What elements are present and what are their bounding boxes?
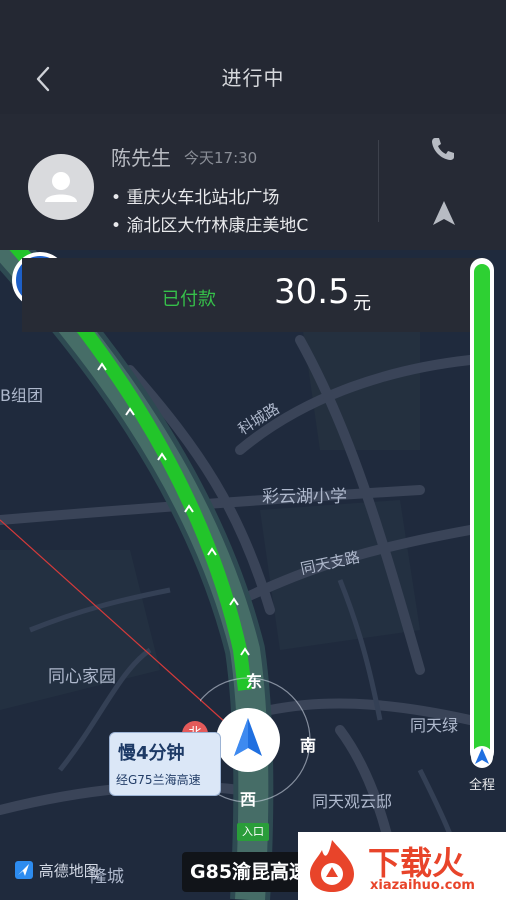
overview-label: 全程 [468,778,495,793]
traffic-progress-fill [474,264,490,758]
navigation-arrow-icon [433,201,455,225]
dropoff-address: • 渝北区大竹林康庄美地C [111,216,309,236]
traffic-progress-bar [470,258,494,764]
route-delay: 慢4分钟 [118,743,185,764]
amap-logo-icon [15,861,33,879]
user-icon [45,172,77,202]
map-label-school: 彩云湖小学 [262,487,347,507]
pickup-address: • 重庆火车北站北广场 [111,188,280,208]
payment-amount: 30.5 [274,272,350,312]
map-label-b-group: B组团 [0,386,43,405]
amap-logo-text: 高德地图 [38,862,99,880]
passenger-name: 陈先生 [111,146,171,170]
current-road-name: G85渝昆高速 [182,852,317,892]
order-time: 今天17:30 [184,149,258,167]
watermark-flame-icon [310,840,354,892]
navigate-button[interactable] [430,198,458,228]
map-label-tongtianlv: 同天绿 [410,716,459,735]
map-label-tongxin: 同心家园 [48,667,116,687]
watermark-site: xiazaihuo.com [370,878,475,893]
page-title: 进行中 [221,66,285,90]
route-via: 经G75兰海高速 [116,773,201,787]
top-bar: 进行中 [0,0,506,114]
passenger-card: 陈先生 今天17:30 • 重庆火车北站北广场 • 渝北区大竹林康庄美地C [0,114,506,250]
entrance-badge: 入口 [237,823,269,841]
pickup-text: 重庆火车北站北广场 [126,188,280,208]
phone-icon [432,138,454,160]
alternative-route-bubble[interactable]: 慢4分钟 经G75兰海高速 [109,732,221,796]
amap-logo: 高德地图 [14,860,99,881]
dropoff-text: 渝北区大竹林康庄美地C [126,216,309,236]
map-label-guanyun: 同天观云邸 [312,792,393,811]
compass-west: 西 [240,790,257,809]
avatar [28,154,94,220]
divider [378,140,379,222]
payment-unit: 元 [353,293,371,314]
overview-button[interactable]: 全程 [464,744,500,794]
location-arrow-icon [471,746,493,768]
payment-status: 已付款 [162,289,216,310]
compass-south: 南 [300,736,317,755]
watermark: 下载火 xiazaihuo.com [298,832,506,900]
call-button[interactable] [428,134,458,164]
payment-bar: 已付款 30.5 元 [22,258,485,332]
compass-east: 东 [246,672,263,691]
